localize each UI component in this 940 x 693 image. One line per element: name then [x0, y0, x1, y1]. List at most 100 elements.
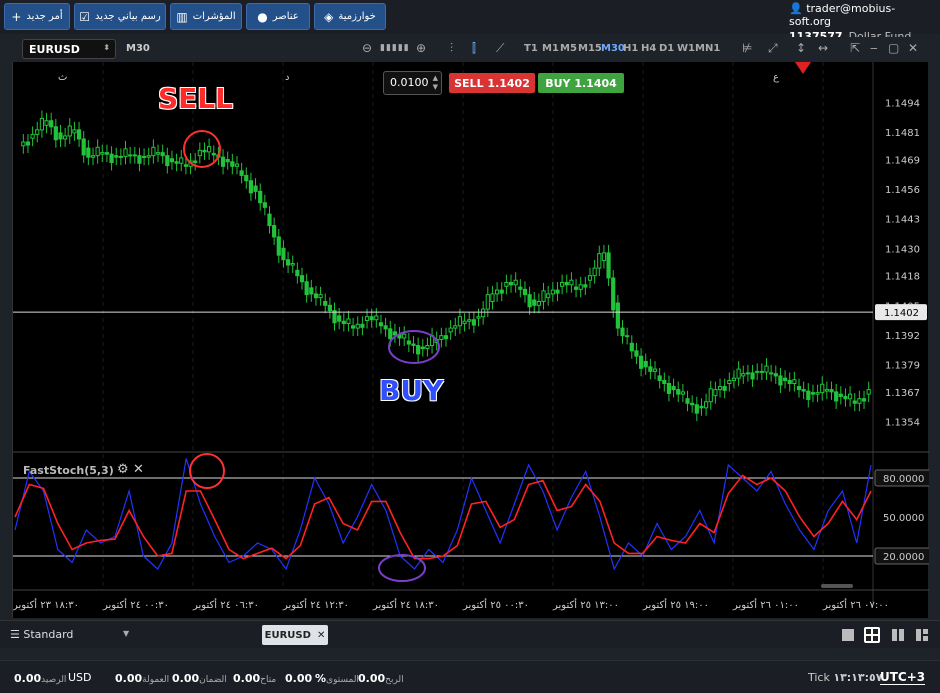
- trendline-icon[interactable]: ⤢: [768, 41, 778, 56]
- candle-body: [165, 155, 170, 167]
- candle-body: [462, 320, 467, 325]
- close-icon[interactable]: ✕: [908, 41, 918, 55]
- candle-body: [824, 389, 829, 392]
- tab-eurusd[interactable]: EURUSD ✕: [262, 625, 328, 645]
- layout-grid-icon[interactable]: [864, 627, 880, 643]
- layout-split-icon[interactable]: [914, 627, 930, 643]
- timeframe-mn1[interactable]: MN1: [695, 43, 720, 54]
- timeframe-w1[interactable]: W1: [677, 43, 695, 54]
- candle-type-icon[interactable]: ⫿: [472, 41, 476, 56]
- candle-body: [179, 157, 184, 164]
- new-order-button[interactable]: + أمر جديد: [4, 3, 70, 30]
- candle-body: [555, 289, 560, 294]
- candle-body: [666, 383, 672, 394]
- timeframe-h4[interactable]: H4: [641, 43, 656, 54]
- candle-body: [569, 279, 574, 286]
- timezone-selector[interactable]: UTC+3: [880, 670, 926, 685]
- candle-body: [21, 141, 26, 147]
- account-email: trader@mobius-soft.org: [789, 2, 896, 28]
- timeframe-d1[interactable]: D1: [659, 43, 674, 54]
- level: 0.00 %المستوى: [285, 672, 359, 685]
- close-tab-icon[interactable]: ✕: [317, 630, 325, 641]
- chevron-down-icon[interactable]: ▼: [123, 629, 129, 638]
- candle-body: [341, 320, 346, 325]
- spinner-icon[interactable]: ▲ ▼: [433, 74, 438, 92]
- workspace-label: Standard: [23, 628, 74, 641]
- symbol-select[interactable]: EURUSD ⬍: [22, 39, 116, 59]
- chart-canvas[interactable]: ث د ع 1.1494 1.1481 1.1469 1.1456 1.1443 1.1430 1…: [13, 62, 929, 618]
- timeframe-m15[interactable]: M15: [578, 43, 602, 54]
- timeframe-h1[interactable]: H1: [623, 43, 638, 54]
- sell-button[interactable]: SELL 1.1402: [449, 73, 535, 93]
- candle-body: [592, 267, 597, 277]
- balance-value: 0.00: [14, 672, 42, 685]
- draw-tools-icon[interactable]: ⊭: [742, 41, 752, 55]
- buy-button[interactable]: BUY 1.1404: [538, 73, 624, 93]
- candle-body: [104, 152, 110, 155]
- candle-body: [787, 379, 792, 385]
- top-time-label: ع: [773, 72, 779, 83]
- candle-body: [857, 398, 862, 404]
- new-chart-label: رسم بياني جديد: [95, 11, 161, 22]
- candle-body: [290, 263, 295, 266]
- updown-icon: ⬍: [103, 43, 110, 52]
- candle-body: [267, 213, 272, 227]
- candle-body: [657, 375, 662, 381]
- candle-body: [843, 395, 848, 400]
- candle-body: [420, 346, 425, 350]
- candle-body: [690, 402, 695, 406]
- maximize-icon[interactable]: ▢: [888, 41, 899, 55]
- candle-body: [750, 372, 755, 380]
- candle-body: [704, 401, 709, 409]
- candle-body: [713, 389, 718, 397]
- horizontal-line-icon[interactable]: ↔: [818, 41, 828, 55]
- time-tick-label: ٠٧:٠٠ ٢٦ أكتوبر: [822, 598, 889, 611]
- popout-icon[interactable]: ⇱: [850, 41, 860, 55]
- zoom-out-icon[interactable]: ⊖: [362, 41, 372, 55]
- timeframe-m5[interactable]: M5: [560, 43, 577, 54]
- indicators-button[interactable]: ▥ المؤشرات: [170, 3, 242, 30]
- layout-single-icon[interactable]: [840, 627, 856, 643]
- candle-body: [160, 152, 165, 157]
- gear-icon[interactable]: ⚙: [117, 462, 129, 477]
- level-number: 0.00: [285, 672, 313, 685]
- zoom-slider-icon[interactable]: ▮▮▮▮▮: [380, 43, 410, 53]
- lot-size-input[interactable]: 0.0100 ▲ ▼: [383, 71, 442, 95]
- timeframe-t1[interactable]: T1: [524, 43, 538, 54]
- candle-body: [471, 319, 476, 326]
- timeframe-m30[interactable]: M30: [601, 43, 625, 54]
- candle-body: [211, 152, 216, 156]
- top-time-label: د: [285, 72, 289, 83]
- vertical-line-icon[interactable]: ↕: [796, 41, 806, 55]
- stoch-buy-circle: [378, 554, 426, 582]
- candle-body: [699, 405, 704, 409]
- candle-body: [35, 129, 40, 135]
- minimize-icon[interactable]: ‒: [870, 41, 878, 55]
- candle-body: [494, 289, 500, 295]
- elements-button[interactable]: ● عناصر: [246, 3, 310, 30]
- zoom-in-icon[interactable]: ⊕: [416, 41, 426, 55]
- candle-body: [416, 345, 421, 355]
- candle-body: [197, 149, 202, 157]
- algorithms-button[interactable]: ◈ خوارزمية: [314, 3, 386, 30]
- candle-body: [801, 389, 806, 392]
- bar-type-icon[interactable]: ⫶: [450, 41, 453, 56]
- candle-body: [764, 365, 769, 373]
- profit-label: الربح: [385, 675, 404, 685]
- candle-body: [25, 141, 31, 146]
- layout-columns-icon[interactable]: [890, 627, 906, 643]
- candle-body: [499, 289, 504, 294]
- timeframe-m1[interactable]: M1: [542, 43, 559, 54]
- line-type-icon[interactable]: ⟋: [496, 41, 504, 56]
- close-indicator-icon[interactable]: ✕: [133, 462, 144, 477]
- new-chart-button[interactable]: ☑ رسم بياني جديد: [74, 3, 166, 30]
- chart-area[interactable]: ث د ع 1.1494 1.1481 1.1469 1.1456 1.1443 1.1430 1…: [12, 62, 929, 618]
- candle-body: [193, 160, 198, 164]
- candle-body: [411, 343, 416, 347]
- level-label: المستوى: [326, 675, 359, 685]
- candle-body: [652, 368, 658, 372]
- workspace-select[interactable]: ☰ Standard: [10, 628, 73, 641]
- candle-body: [643, 360, 648, 368]
- candle-body: [327, 304, 332, 312]
- candle-body: [773, 373, 778, 377]
